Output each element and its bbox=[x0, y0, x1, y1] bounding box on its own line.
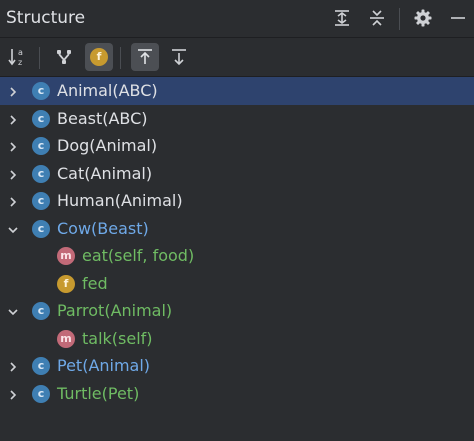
chevron-right-icon[interactable] bbox=[6, 194, 20, 208]
tree-row-label: Turtle(Pet) bbox=[57, 383, 140, 403]
tree-row[interactable]: c Parrot(Animal) bbox=[0, 297, 474, 325]
class-icon: c bbox=[32, 164, 50, 183]
tree-row-label: Cat(Animal) bbox=[57, 163, 153, 183]
tree-row-label: Pet(Animal) bbox=[57, 356, 151, 375]
tree-row-label: Dog(Animal) bbox=[57, 136, 158, 155]
tree-row[interactable]: c Cat(Animal) bbox=[0, 160, 474, 188]
field-icon: f bbox=[57, 274, 75, 293]
class-icon: c bbox=[32, 302, 50, 320]
header-separator bbox=[399, 8, 400, 30]
header-actions bbox=[0, 0, 474, 36]
sort-alphabetically-icon[interactable]: a z bbox=[4, 43, 32, 71]
field-badge-glyph: f bbox=[90, 48, 108, 66]
class-icon: c bbox=[32, 384, 50, 403]
collapse-all-icon[interactable] bbox=[365, 6, 389, 30]
tree-row-label: eat(self, food) bbox=[82, 246, 195, 265]
tree-row[interactable]: c Animal(ABC) bbox=[0, 77, 474, 105]
tree-row[interactable]: c Beast(ABC) bbox=[0, 105, 474, 133]
method-icon: m bbox=[57, 247, 75, 265]
chevron-down-icon[interactable] bbox=[6, 222, 20, 236]
tree-row[interactable]: m eat(self, food) bbox=[0, 242, 474, 270]
tree-row-label: talk(self) bbox=[82, 328, 153, 348]
method-icon: m bbox=[57, 329, 75, 348]
class-icon: c bbox=[32, 82, 50, 100]
class-icon: c bbox=[32, 137, 50, 155]
class-icon: c bbox=[32, 219, 50, 238]
autoscroll-from-source-icon[interactable] bbox=[165, 43, 193, 71]
svg-text:a: a bbox=[18, 48, 23, 57]
show-fields-icon[interactable]: f bbox=[85, 43, 113, 71]
structure-panel: Structure a z f c Animal(ABC) c Beast(AB… bbox=[0, 0, 474, 441]
expand-all-icon[interactable] bbox=[330, 6, 354, 30]
tree-row[interactable]: c Turtle(Pet) bbox=[0, 380, 474, 408]
structure-toolbar: a z f bbox=[0, 37, 474, 77]
tree-row-label: Parrot(Animal) bbox=[57, 301, 173, 320]
toolbar-separator bbox=[120, 47, 121, 69]
chevron-right-icon[interactable] bbox=[6, 387, 20, 401]
svg-text:z: z bbox=[18, 58, 22, 67]
tree-row-label: Animal(ABC) bbox=[57, 81, 158, 100]
panel-header: Structure bbox=[0, 0, 474, 36]
class-icon: c bbox=[32, 192, 50, 210]
tree-row[interactable]: c Human(Animal) bbox=[0, 187, 474, 215]
chevron-right-icon[interactable] bbox=[6, 112, 20, 126]
tree-row[interactable]: m talk(self) bbox=[0, 325, 474, 353]
class-icon: c bbox=[32, 357, 50, 375]
tree-row[interactable]: c Pet(Animal) bbox=[0, 352, 474, 380]
tree-row-label: fed bbox=[82, 273, 108, 293]
show-inherited-icon[interactable] bbox=[50, 43, 78, 71]
minimize-icon[interactable] bbox=[446, 6, 470, 30]
chevron-down-icon[interactable] bbox=[6, 304, 20, 318]
chevron-right-icon[interactable] bbox=[6, 359, 20, 373]
class-icon: c bbox=[32, 109, 50, 128]
chevron-right-icon[interactable] bbox=[6, 84, 20, 98]
autoscroll-to-source-icon[interactable] bbox=[131, 43, 159, 71]
chevron-right-icon[interactable] bbox=[6, 167, 20, 181]
structure-tree: c Animal(ABC) c Beast(ABC) c Dog(Animal) c Cat(… bbox=[0, 77, 474, 407]
tree-row[interactable]: c Cow(Beast) bbox=[0, 215, 474, 243]
tree-row-label: Human(Animal) bbox=[57, 191, 183, 210]
chevron-right-icon[interactable] bbox=[6, 139, 20, 153]
tree-row-label: Cow(Beast) bbox=[57, 218, 149, 238]
tree-row[interactable]: c Dog(Animal) bbox=[0, 132, 474, 160]
tree-row-label: Beast(ABC) bbox=[57, 108, 148, 128]
gear-icon[interactable] bbox=[411, 6, 435, 30]
toolbar-separator bbox=[39, 47, 40, 69]
tree-row[interactable]: f fed bbox=[0, 270, 474, 298]
